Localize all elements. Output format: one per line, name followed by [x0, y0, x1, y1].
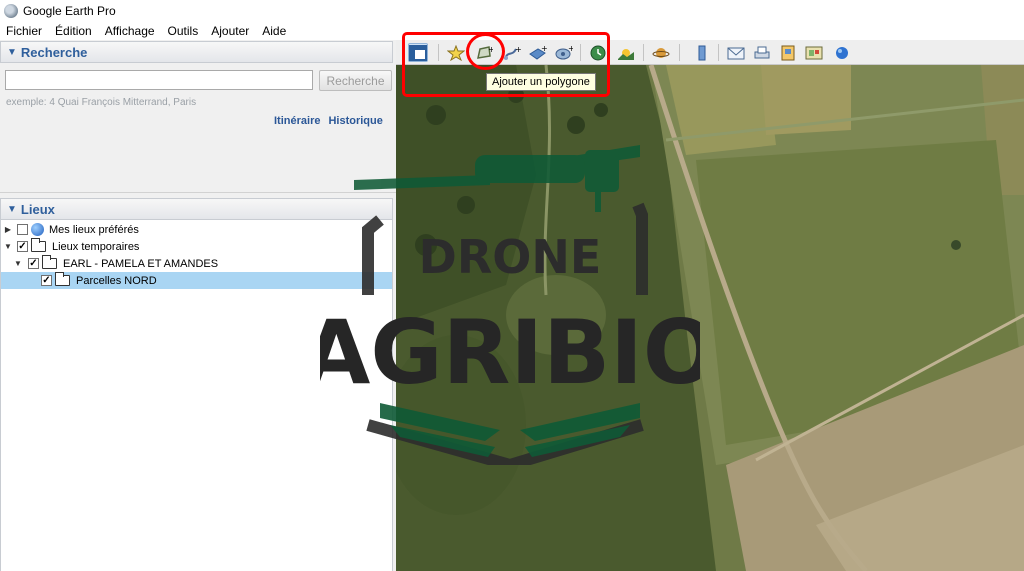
svg-text:+: + [568, 45, 573, 53]
search-panel-header[interactable]: ▼ Recherche [0, 41, 393, 63]
historical-imagery-icon [590, 45, 606, 60]
tree-item-label: Lieux temporaires [52, 240, 140, 253]
google-earth-app-icon [4, 4, 18, 18]
folder-icon [42, 255, 57, 269]
add-image-overlay-button[interactable]: + [528, 43, 548, 62]
window-title: Google Earth Pro [23, 4, 116, 18]
view-in-maps-button[interactable] [804, 43, 824, 62]
sunlight-icon [618, 48, 634, 60]
record-tour-icon: + [555, 45, 573, 59]
tree-item-label: Mes lieux préférés [49, 223, 139, 236]
search-panel-title: Recherche [20, 44, 88, 60]
sunlight-button[interactable] [616, 43, 636, 62]
search-input[interactable] [5, 70, 313, 90]
folder-icon [55, 272, 70, 286]
folder-icon [31, 238, 46, 252]
google-earth-window: Google Earth Pro Fichier Édition Afficha… [0, 0, 1024, 571]
add-polygon-icon: + [477, 45, 493, 59]
sidebar-toggle-button[interactable] [408, 43, 428, 62]
add-path-button[interactable]: + [502, 43, 522, 62]
title-bar: Google Earth Pro [0, 0, 1024, 22]
menu-ajouter[interactable]: Ajouter [211, 24, 249, 38]
add-path-icon: + [504, 45, 521, 60]
svg-text:+: + [541, 45, 547, 53]
save-image-button[interactable] [778, 43, 798, 62]
globe-icon [31, 223, 44, 236]
planets-button[interactable] [651, 43, 671, 62]
itineraire-link[interactable]: Itinéraire [274, 115, 320, 127]
record-tour-button[interactable]: + [554, 43, 574, 62]
sidebar-toggle-icon [409, 44, 427, 61]
menu-bar: Fichier Édition Affichage Outils Ajouter… [0, 22, 1024, 40]
menu-affichage[interactable]: Affichage [105, 24, 155, 38]
ruler-button[interactable] [692, 43, 712, 62]
checkbox[interactable] [17, 224, 28, 235]
map-view[interactable] [396, 65, 1024, 571]
search-links: Itinéraire Historique [274, 115, 383, 127]
print-button[interactable] [752, 43, 772, 62]
earth-gallery-icon [836, 46, 848, 59]
view-in-maps-icon [805, 46, 823, 59]
add-polygon-button[interactable]: + [474, 43, 494, 62]
save-image-icon [781, 45, 795, 60]
print-icon [754, 46, 770, 58]
svg-text:+: + [488, 45, 493, 54]
search-button[interactable]: Recherche [319, 70, 392, 91]
checkbox-checked[interactable]: ✓ [41, 275, 52, 286]
tree-item-lieux-temporaires[interactable]: ▼ ✓ Lieux temporaires [3, 238, 139, 255]
map-toolbar: + + + + [396, 40, 1024, 65]
tooltip-add-polygon: Ajouter un polygone [486, 73, 596, 91]
collapse-arrow-icon[interactable]: ▼ [3, 242, 13, 251]
places-panel-header[interactable]: ▼ Lieux [0, 198, 393, 220]
panel-splitter[interactable] [0, 192, 396, 196]
planets-icon [652, 47, 670, 58]
add-placemark-button[interactable] [446, 43, 466, 62]
checkbox-checked[interactable]: ✓ [17, 241, 28, 252]
tree-item-label: Parcelles NORD [76, 274, 157, 287]
add-image-overlay-icon: + [529, 45, 547, 60]
menu-outils[interactable]: Outils [168, 24, 199, 38]
tree-item-earl[interactable]: ▼ ✓ EARL - PAMELA ET AMANDES [13, 255, 218, 272]
add-placemark-icon [447, 44, 465, 61]
ruler-icon [698, 45, 706, 60]
email-button[interactable] [726, 43, 746, 62]
collapse-triangle-icon: ▼ [7, 46, 17, 58]
menu-aide[interactable]: Aide [262, 24, 286, 38]
historical-imagery-button[interactable] [588, 43, 608, 62]
menu-edition[interactable]: Édition [55, 24, 92, 38]
earth-gallery-button[interactable] [832, 43, 852, 62]
expand-arrow-icon[interactable]: ▶ [3, 225, 13, 234]
search-example-hint: exemple: 4 Quai François Mitterrand, Par… [6, 97, 197, 108]
places-panel-title: Lieux [20, 201, 55, 217]
tree-item-parcelles-nord[interactable]: ✓ Parcelles NORD [1, 272, 392, 289]
email-icon [727, 47, 745, 59]
collapse-triangle-icon: ▼ [7, 203, 17, 215]
svg-text:+: + [515, 45, 521, 54]
menu-fichier[interactable]: Fichier [6, 24, 42, 38]
tree-item-mes-lieux[interactable]: ▶ Mes lieux préférés [3, 221, 139, 238]
collapse-arrow-icon[interactable]: ▼ [13, 259, 23, 268]
historique-link[interactable]: Historique [328, 115, 382, 127]
places-tree: ▶ Mes lieux préférés ▼ ✓ Lieux temporair… [0, 220, 393, 571]
tree-item-label: EARL - PAMELA ET AMANDES [63, 257, 219, 270]
checkbox-checked[interactable]: ✓ [28, 258, 39, 269]
